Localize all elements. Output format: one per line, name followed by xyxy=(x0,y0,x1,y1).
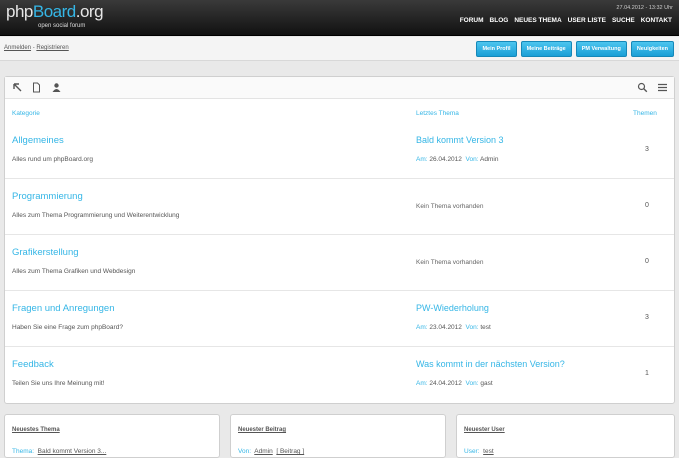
latest-topic-link[interactable]: PW-Wiederholung xyxy=(416,303,489,313)
category-description: Alles zum Thema Grafiken und Webdesign xyxy=(12,268,136,275)
table-row: Grafikerstellung Alles zum Thema Grafike… xyxy=(5,235,674,291)
header: phpBoard.org open social forum 27.04.201… xyxy=(0,0,679,36)
category-description: Haben Sie eine Frage zum phpBoard? xyxy=(12,324,123,331)
category-title[interactable]: Fragen und Anregungen xyxy=(12,303,114,314)
latest-topic-link[interactable]: Was kommt in der nächsten Version? xyxy=(416,359,565,369)
table-row: Fragen und Anregungen Haben Sie eine Fra… xyxy=(5,291,674,347)
breadcrumb: Anmelden - Registrieren xyxy=(4,45,69,51)
box-label: User: xyxy=(464,448,480,455)
nav-contact[interactable]: KONTAKT xyxy=(638,17,675,24)
logo[interactable]: phpBoard.org xyxy=(6,2,104,22)
newest-topic-link[interactable]: Bald kommt Version 3... xyxy=(38,448,107,455)
latest-date: 26.04.2012 xyxy=(429,156,462,163)
no-topic-text: Kein Thema vorhanden xyxy=(416,259,484,266)
login-link[interactable]: Anmelden xyxy=(4,45,31,51)
box-line: User: test xyxy=(464,448,494,455)
no-topic-text: Kein Thema vorhanden xyxy=(416,203,484,210)
von-label: Von: xyxy=(465,380,479,387)
sub-bar: Anmelden - Registrieren Mein Profil Mein… xyxy=(0,37,679,61)
nav-user-list[interactable]: USER LISTE xyxy=(565,17,609,24)
table-row: Programmierung Alles zum Thema Programmi… xyxy=(5,179,674,235)
back-arrow-icon[interactable] xyxy=(12,82,23,93)
nav-new-topic[interactable]: NEUES THEMA xyxy=(511,17,564,24)
table-row: Allgemeines Alles rund um phpBoard.org B… xyxy=(5,123,674,179)
forum-panel: Kategorie Letztes Thema Themen Allgemein… xyxy=(4,76,675,404)
latest-topic-meta: Am: 26.04.2012 Von: Admin xyxy=(416,156,498,163)
newest-post-author-link[interactable]: Admin xyxy=(254,448,272,455)
nav-forum[interactable]: FORUM xyxy=(457,17,487,24)
latest-topic-meta: Am: 24.04.2012 Von: gast xyxy=(416,380,493,387)
latest-author: test xyxy=(480,324,491,331)
von-label: Von: xyxy=(465,324,479,331)
box-title: Neuestes Thema xyxy=(12,427,60,433)
newest-post-box: Neuester Beitrag Von: Admin [ Beitrag ] xyxy=(230,414,446,458)
category-title[interactable]: Feedback xyxy=(12,359,54,370)
datetime: 27.04.2012 - 13:32 Uhr xyxy=(616,5,673,11)
topic-count: 3 xyxy=(645,314,649,321)
newest-post-link[interactable]: [ Beitrag ] xyxy=(276,448,304,455)
latest-date: 24.04.2012 xyxy=(429,380,462,387)
box-label: Von: xyxy=(238,448,252,455)
register-link[interactable]: Registrieren xyxy=(36,45,68,51)
category-description: Alles zum Thema Programmierung und Weite… xyxy=(12,212,180,219)
box-line: Von: Admin [ Beitrag ] xyxy=(238,448,304,455)
column-header-latest: Letztes Thema xyxy=(416,110,459,117)
column-header-category: Kategorie xyxy=(12,110,40,117)
logo-part-php: php xyxy=(6,2,33,21)
column-header-topics: Themen xyxy=(633,110,657,117)
logo-part-board: Board xyxy=(32,2,76,21)
document-icon[interactable] xyxy=(31,82,42,93)
box-title: Neuester Beitrag xyxy=(238,427,287,433)
nav-search[interactable]: SUCHE xyxy=(609,17,638,24)
topic-count: 0 xyxy=(645,202,649,209)
nav-blog[interactable]: BLOG xyxy=(487,17,512,24)
list-icon[interactable] xyxy=(657,82,668,93)
newest-topic-box: Neuestes Thema Thema: Bald kommt Version… xyxy=(4,414,220,458)
latest-topic-link[interactable]: Bald kommt Version 3 xyxy=(416,135,504,145)
search-icon[interactable] xyxy=(637,82,648,93)
am-label: Am: xyxy=(416,324,428,331)
top-nav: FORUM BLOG NEUES THEMA USER LISTE SUCHE … xyxy=(457,17,675,24)
my-profile-button[interactable]: Mein Profil xyxy=(476,41,517,57)
category-description: Alles rund um phpBoard.org xyxy=(12,156,93,163)
pm-management-button[interactable]: PM Verwaltung xyxy=(575,41,627,57)
box-line: Thema: Bald kommt Version 3... xyxy=(12,448,106,455)
category-title[interactable]: Grafikerstellung xyxy=(12,247,79,258)
newest-user-box: Neuester User User: test xyxy=(456,414,675,458)
table-row: Feedback Teilen Sie uns Ihre Meinung mit… xyxy=(5,347,674,403)
von-label: Von: xyxy=(465,156,479,163)
am-label: Am: xyxy=(416,380,428,387)
latest-author: gast xyxy=(480,380,493,387)
latest-author: Admin xyxy=(480,156,499,163)
my-posts-button[interactable]: Meine Beiträge xyxy=(520,41,572,57)
news-button[interactable]: Neuigkeiten xyxy=(630,41,674,57)
tagline: open social forum xyxy=(38,23,86,29)
latest-topic-meta: Am: 23.04.2012 Von: test xyxy=(416,324,491,331)
toolbar xyxy=(5,77,674,99)
category-description: Teilen Sie uns Ihre Meinung mit! xyxy=(12,380,105,387)
topic-count: 3 xyxy=(645,146,649,153)
box-label: Thema: xyxy=(12,448,35,455)
logo-part-org: .org xyxy=(75,2,104,21)
category-title[interactable]: Allgemeines xyxy=(12,135,64,146)
user-buttons: Mein Profil Meine Beiträge PM Verwaltung… xyxy=(476,41,674,57)
am-label: Am: xyxy=(416,156,428,163)
latest-date: 23.04.2012 xyxy=(429,324,462,331)
category-title[interactable]: Programmierung xyxy=(12,191,83,202)
user-icon[interactable] xyxy=(51,82,62,93)
newest-user-link[interactable]: test xyxy=(483,448,493,455)
topic-count: 0 xyxy=(645,258,649,265)
topic-count: 1 xyxy=(645,370,649,377)
box-title: Neuester User xyxy=(464,427,505,433)
